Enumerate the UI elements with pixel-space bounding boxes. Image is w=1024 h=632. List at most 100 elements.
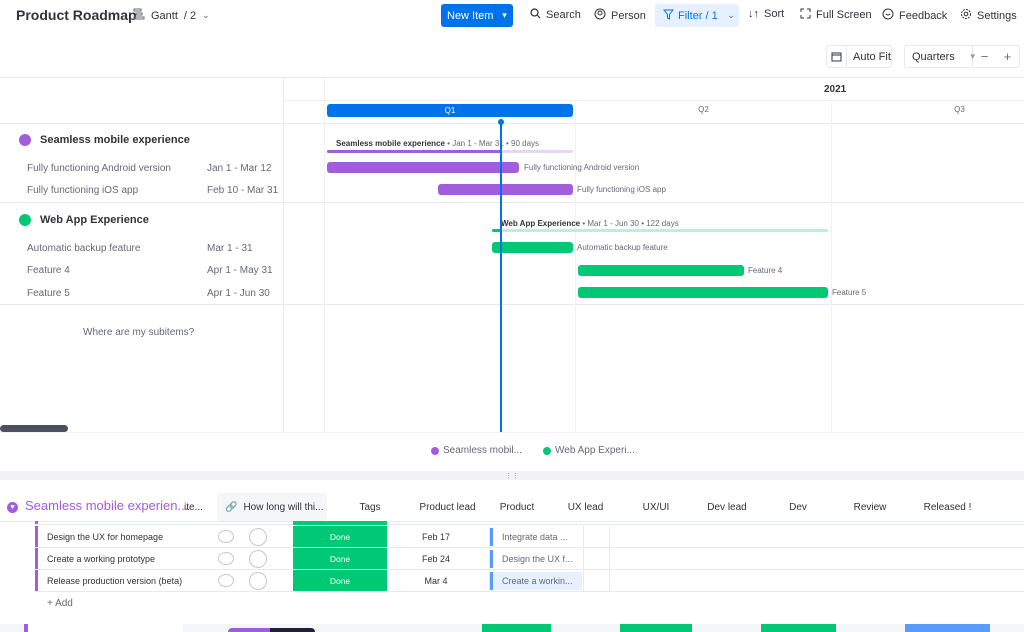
comment-icon[interactable] bbox=[218, 530, 234, 543]
today-marker-line bbox=[500, 120, 502, 432]
view-count: / 2 bbox=[183, 9, 197, 22]
date-cell[interactable]: Mar 4 bbox=[387, 576, 485, 586]
comment-icon[interactable] bbox=[218, 574, 234, 587]
column-header-product[interactable]: Product bbox=[490, 502, 544, 513]
gantt-view-icon bbox=[133, 8, 145, 23]
status-badge[interactable]: Done bbox=[293, 526, 387, 547]
item-name[interactable]: Automatic backup feature bbox=[27, 243, 140, 254]
group-color-bar bbox=[35, 526, 38, 547]
board-group-title[interactable]: Seamless mobile experien... bbox=[25, 498, 189, 513]
board-title[interactable]: Product Roadmap bbox=[16, 7, 137, 23]
gantt-bar-android[interactable] bbox=[327, 162, 519, 173]
column-header-ux-ui[interactable]: UX/UI bbox=[630, 502, 682, 513]
table-row[interactable]: Design the UX for homepage Done Feb 17 I… bbox=[35, 526, 1024, 548]
person-icon bbox=[594, 8, 606, 23]
timescale-dropdown[interactable]: Quarters ▼ bbox=[905, 46, 977, 67]
panel-resize-handle[interactable]: ⋮⋮ bbox=[0, 471, 1024, 480]
search-icon bbox=[530, 8, 541, 22]
drag-handle-icon: ⋮⋮ bbox=[505, 472, 519, 480]
panel-divider bbox=[283, 77, 284, 432]
add-item-button[interactable]: + Add bbox=[47, 598, 73, 609]
feedback-icon bbox=[882, 8, 894, 23]
column-header-tags[interactable]: Tags bbox=[340, 502, 400, 513]
sort-icon: ↓↑ bbox=[748, 8, 759, 20]
gantt-bar-backup[interactable] bbox=[492, 242, 573, 253]
connected-item-cell[interactable]: Create a workin... bbox=[490, 572, 582, 590]
gantt-bar-feature-4[interactable] bbox=[578, 265, 744, 276]
column-header-ux-lead[interactable]: UX lead bbox=[558, 502, 613, 513]
grid-line bbox=[831, 100, 832, 432]
auto-fit-label: Auto Fit bbox=[853, 50, 891, 63]
item-name[interactable]: Feature 4 bbox=[27, 265, 70, 276]
calendar-icon bbox=[827, 46, 847, 67]
filter-button[interactable]: Filter / 1 ⌄ bbox=[655, 4, 739, 27]
column-header-duration[interactable]: 🔗 How long will thi... bbox=[217, 493, 327, 521]
new-item-dropdown-chevron-icon[interactable]: ▾ bbox=[495, 4, 513, 27]
table-row[interactable]: Release production version (beta) Done M… bbox=[35, 570, 1024, 592]
group-summary-label: Seamless mobile experience • Jan 1 - Mar… bbox=[336, 139, 540, 148]
quarter-q2[interactable]: Q2 bbox=[576, 105, 831, 114]
item-name[interactable]: Release production version (beta) bbox=[47, 576, 182, 586]
new-item-label: New Item bbox=[447, 9, 494, 22]
person-filter-button[interactable]: Person bbox=[594, 8, 646, 23]
column-header-released[interactable]: Released ! bbox=[915, 502, 980, 513]
column-header-product-lead[interactable]: Product lead bbox=[405, 502, 490, 513]
gantt-bar-label: Automatic backup feature bbox=[577, 243, 668, 252]
item-name[interactable]: Create a working prototype bbox=[47, 554, 155, 564]
column-header-label: How long will thi... bbox=[243, 501, 324, 513]
group-color-bar bbox=[35, 548, 38, 569]
item-name[interactable]: Design the UX for homepage bbox=[47, 532, 163, 542]
fullscreen-label: Full Screen bbox=[816, 9, 872, 21]
date-cell[interactable]: Feb 24 bbox=[387, 554, 485, 564]
group-name: Seamless mobile experience bbox=[40, 134, 190, 146]
item-name[interactable]: Fully functioning Android version bbox=[27, 163, 171, 174]
column-header-dev-lead[interactable]: Dev lead bbox=[698, 502, 756, 513]
grid-line bbox=[575, 100, 576, 432]
quarter-q3[interactable]: Q3 bbox=[832, 105, 1024, 114]
group-summary-label: Web App Experience • Mar 1 - Jun 30 • 12… bbox=[501, 219, 679, 228]
search-button[interactable]: Search bbox=[530, 8, 581, 22]
group-row-webapp[interactable]: Web App Experience bbox=[19, 214, 149, 226]
status-badge[interactable]: Done bbox=[293, 548, 387, 569]
person-avatar-icon[interactable] bbox=[249, 572, 267, 590]
subitems-hint-link[interactable]: Where are my subitems? bbox=[83, 327, 194, 338]
gantt-bar-feature-5[interactable] bbox=[578, 287, 828, 298]
group-summary-track bbox=[492, 229, 828, 232]
date-cell[interactable]: Feb 17 bbox=[387, 532, 485, 542]
connected-item-cell[interactable]: Integrate data ... bbox=[490, 528, 582, 546]
person-avatar-icon[interactable] bbox=[249, 550, 267, 568]
table-row[interactable]: Create a working prototype Done Feb 24 D… bbox=[35, 548, 1024, 570]
item-name[interactable]: Feature 5 bbox=[27, 288, 70, 299]
settings-button[interactable]: Settings bbox=[960, 8, 1017, 23]
group-collapse-icon[interactable]: ▼ bbox=[7, 502, 18, 513]
status-badge[interactable]: Done bbox=[293, 570, 387, 591]
timeline-pill bbox=[228, 628, 270, 632]
comment-icon[interactable] bbox=[218, 552, 234, 565]
item-name[interactable]: Fully functioning iOS app bbox=[27, 185, 138, 196]
feedback-button[interactable]: Feedback bbox=[882, 8, 947, 23]
view-selector[interactable]: Gantt / 2 ⌄ bbox=[133, 8, 210, 23]
legend-dot bbox=[431, 446, 439, 455]
column-header-review[interactable]: Review bbox=[845, 502, 895, 513]
fullscreen-button[interactable]: Full Screen bbox=[800, 8, 872, 22]
person-avatar-icon[interactable] bbox=[249, 528, 267, 546]
sort-button[interactable]: ↓↑ Sort bbox=[748, 8, 784, 20]
column-header-dev[interactable]: Dev bbox=[775, 502, 821, 513]
legend-item[interactable]: Seamless mobil... bbox=[431, 445, 522, 456]
connected-item-cell[interactable]: Design the UX f... bbox=[490, 550, 582, 568]
zoom-in-button[interactable]: + bbox=[996, 49, 1019, 64]
timescale-control: Quarters ▼ − + bbox=[904, 45, 1020, 68]
auto-fit-button[interactable]: Auto Fit bbox=[826, 45, 892, 68]
zoom-out-button[interactable]: − bbox=[973, 49, 996, 64]
group-row-seamless[interactable]: Seamless mobile experience bbox=[19, 134, 190, 146]
horizontal-scrollbar-thumb[interactable] bbox=[0, 425, 68, 432]
sort-label: Sort bbox=[764, 8, 785, 20]
filter-chevron-icon[interactable]: ⌄ bbox=[723, 4, 739, 27]
legend-item[interactable]: Web App Experi... bbox=[543, 445, 635, 456]
group-color-dot bbox=[19, 134, 31, 146]
quarter-q1-current[interactable]: Q1 bbox=[327, 104, 573, 117]
legend-label: Seamless mobil... bbox=[443, 445, 522, 456]
gantt-bar-ios[interactable] bbox=[438, 184, 573, 195]
today-marker-dot bbox=[498, 119, 504, 125]
new-item-button[interactable]: New Item ▾ bbox=[441, 4, 513, 27]
